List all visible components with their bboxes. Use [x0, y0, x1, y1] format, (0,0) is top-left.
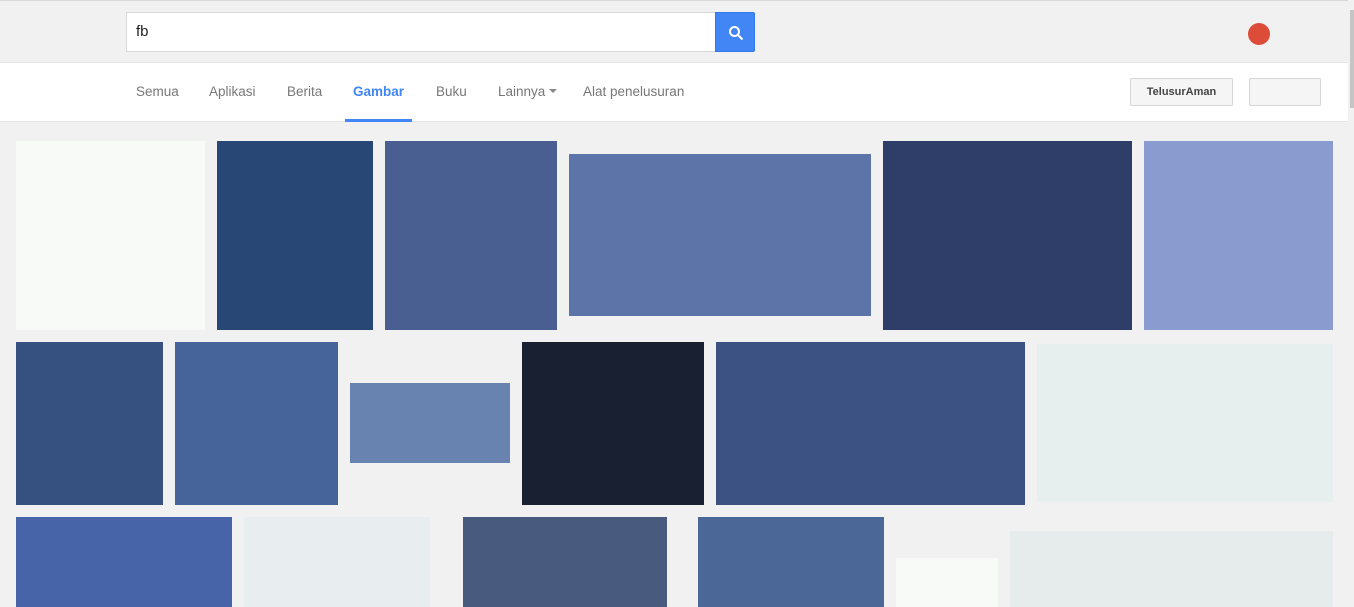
tab-lainnya[interactable]: Lainnya — [498, 63, 558, 122]
tab-alat-penelusuran[interactable]: Alat penelusuran — [583, 63, 684, 122]
top-bar: fb — [0, 0, 1354, 62]
image-result[interactable] — [463, 517, 667, 607]
avatar[interactable] — [1248, 23, 1270, 45]
tab-lainnya-label: Lainnya — [498, 84, 546, 99]
image-result[interactable] — [716, 342, 1025, 505]
image-result[interactable] — [1010, 531, 1333, 607]
image-result[interactable] — [350, 383, 510, 463]
search-tabs-bar: Semua Aplikasi Berita Gambar Buku Lainny… — [0, 62, 1354, 122]
image-result[interactable] — [522, 342, 704, 505]
image-result[interactable] — [385, 141, 557, 330]
tab-berita[interactable]: Berita — [287, 63, 322, 122]
image-result[interactable] — [217, 141, 373, 330]
image-result[interactable] — [883, 141, 1132, 330]
search-icon — [729, 26, 744, 41]
settings-button[interactable] — [1249, 78, 1321, 106]
tab-aplikasi[interactable]: Aplikasi — [209, 63, 256, 122]
chevron-down-icon — [549, 89, 558, 94]
image-result[interactable] — [1037, 344, 1333, 502]
safe-search-button[interactable]: TelusurAman — [1130, 78, 1233, 106]
image-result[interactable] — [16, 342, 163, 505]
search-input[interactable]: fb — [126, 12, 716, 52]
tab-gambar[interactable]: Gambar — [345, 63, 413, 122]
image-result[interactable] — [175, 342, 338, 505]
image-result[interactable] — [896, 558, 998, 607]
scrollbar-thumb[interactable] — [1350, 10, 1354, 108]
tab-semua[interactable]: Semua — [136, 63, 179, 122]
image-result[interactable] — [244, 517, 430, 607]
tab-buku[interactable]: Buku — [436, 63, 467, 122]
image-result[interactable] — [698, 517, 884, 607]
image-result[interactable] — [16, 141, 205, 330]
image-result[interactable] — [1144, 141, 1333, 330]
search-button[interactable] — [715, 12, 755, 52]
image-result[interactable] — [569, 154, 871, 316]
image-result[interactable] — [16, 517, 232, 607]
